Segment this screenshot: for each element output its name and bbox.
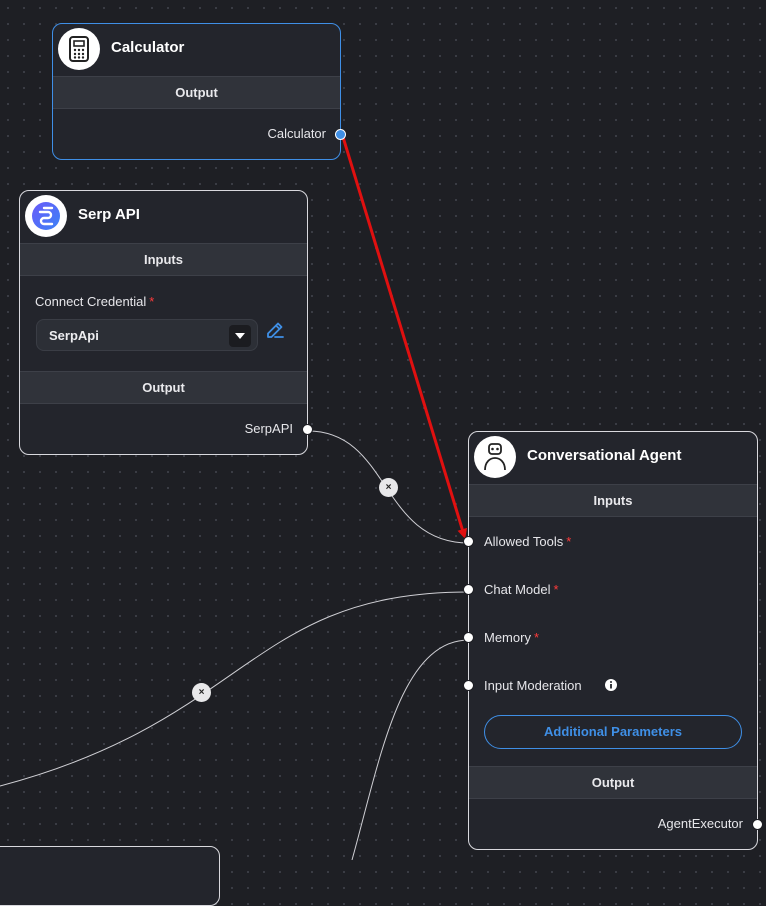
input-label: Memory *: [484, 630, 540, 645]
conversational-agent-node[interactable]: Conversational Agent Inputs Allowed Tool…: [463, 431, 763, 850]
additional-parameters-button[interactable]: Additional Parameters: [484, 715, 742, 749]
output-section-header: Output: [20, 371, 307, 404]
input-chat-model: Chat Model *: [463, 565, 757, 613]
output-label: Calculator: [267, 126, 326, 141]
input-label: Chat Model *: [484, 582, 559, 597]
output-section-header: Output: [53, 76, 340, 109]
node-title: Serp API: [78, 206, 140, 223]
chevron-down-icon[interactable]: [229, 325, 251, 347]
output-row: Calculator: [53, 109, 346, 159]
input-handle[interactable]: [463, 680, 474, 691]
edge-chatmodel[interactable]: [0, 591, 470, 787]
serp-api-logo: [25, 195, 67, 237]
output-handle[interactable]: [752, 819, 763, 830]
info-icon[interactable]: [604, 678, 618, 692]
calculator-icon: [58, 28, 100, 70]
serp-api-node[interactable]: Serp API Inputs Connect Credential * Serp…: [19, 190, 313, 455]
credential-label: Connect Credential *: [35, 294, 155, 309]
output-label: SerpAPI: [244, 421, 293, 436]
calculator-node[interactable]: Calculator Output Calculator: [52, 23, 346, 160]
inputs-section-header: Inputs: [20, 243, 307, 276]
output-block: Output AgentExecutor: [469, 766, 763, 849]
delete-edge-button[interactable]: ×: [379, 478, 398, 497]
inputs-section-header: Inputs: [469, 484, 757, 517]
node-title: Calculator: [111, 39, 185, 56]
input-moderation: Input Moderation: [463, 661, 757, 694]
edge-memory[interactable]: [351, 639, 470, 860]
input-label: Input Moderation: [484, 678, 582, 693]
output-handle[interactable]: [302, 424, 313, 435]
input-handle[interactable]: [463, 536, 474, 547]
output-handle[interactable]: [335, 129, 346, 140]
credential-row: Connect Credential * SerpApi: [20, 276, 307, 371]
input-handle[interactable]: [463, 632, 474, 643]
delete-edge-button[interactable]: ×: [192, 683, 211, 702]
edit-icon[interactable]: [265, 320, 287, 342]
partial-node[interactable]: [0, 846, 220, 906]
node-header: Calculator: [53, 24, 340, 76]
input-label: Allowed Tools *: [484, 534, 572, 549]
robot-icon: [474, 436, 516, 478]
input-handle[interactable]: [463, 584, 474, 595]
input-memory: Memory *: [463, 613, 757, 661]
output-row: AgentExecutor: [469, 799, 763, 849]
node-header: Serp API: [20, 191, 307, 243]
drag-arrow: [341, 136, 468, 539]
output-row: SerpAPI: [20, 404, 313, 454]
credential-value: SerpApi: [49, 328, 99, 343]
node-header: Conversational Agent: [469, 432, 757, 484]
input-allowed-tools: Allowed Tools *: [463, 517, 757, 565]
output-label: AgentExecutor: [657, 816, 743, 831]
node-title: Conversational Agent: [527, 447, 682, 464]
credential-select[interactable]: SerpApi: [36, 319, 258, 351]
output-section-header: Output: [469, 766, 757, 799]
